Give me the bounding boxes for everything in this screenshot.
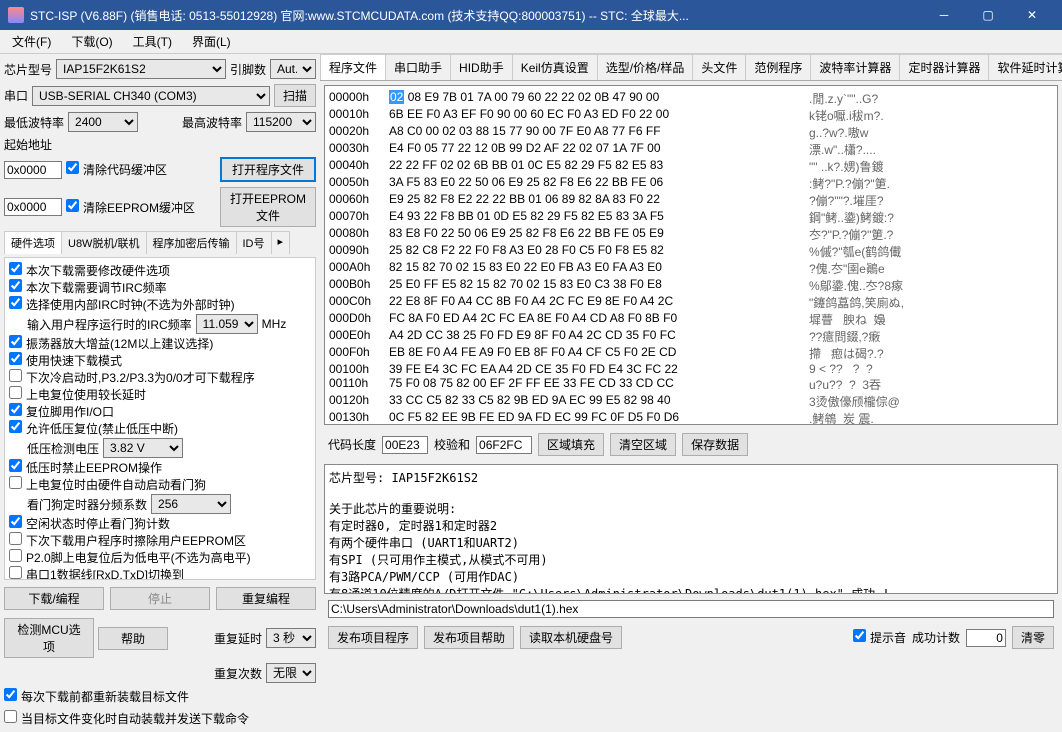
save-data-button[interactable]: 保存数据 <box>682 433 748 456</box>
lvd-label: 低压检测电压 <box>27 440 99 457</box>
tab-headers[interactable]: 头文件 <box>692 54 746 80</box>
code-length-label: 代码长度 <box>328 436 376 453</box>
checksum-field[interactable] <box>476 436 532 454</box>
fill-region-button[interactable]: 区域填充 <box>538 433 604 456</box>
port-label: 串口 <box>4 87 28 104</box>
open-eeprom-file-button[interactable]: 打开EEPROM文件 <box>220 187 316 227</box>
code-length-field[interactable] <box>382 436 428 454</box>
hw-tab-u8w[interactable]: U8W脱机/联机 <box>61 231 147 254</box>
clear-code-check[interactable]: 清除代码缓冲区 <box>66 161 167 178</box>
irc-label: 输入用户程序运行时的IRC频率 <box>27 316 192 333</box>
publish-program-button[interactable]: 发布项目程序 <box>328 626 418 649</box>
hw-option[interactable]: P2.0脚上电复位后为低电平(不选为高电平) <box>9 551 251 565</box>
hw-option[interactable]: 下次下载用户程序时擦除用户EEPROM区 <box>9 534 246 548</box>
hw-option[interactable]: 复位脚用作I/O口 <box>9 405 114 419</box>
hw-tab-encrypt[interactable]: 程序加密后传输 <box>146 231 237 254</box>
read-hw-id-button[interactable]: 读取本机硬盘号 <box>520 626 622 649</box>
hw-option[interactable]: 低压时禁止EEPROM操作 <box>9 461 162 475</box>
tab-selection[interactable]: 选型/价格/样品 <box>597 54 694 80</box>
window-title: STC-ISP (V6.88F) (销售电话: 0513-55012928) 官… <box>30 7 922 24</box>
maximize-button[interactable]: ▢ <box>966 0 1010 30</box>
tab-delay-calc[interactable]: 软件延时计算 <box>988 54 1062 80</box>
beep-check[interactable]: 提示音 <box>853 629 906 646</box>
tab-serial-helper[interactable]: 串口助手 <box>385 54 451 80</box>
help-button[interactable]: 帮助 <box>98 627 168 650</box>
hw-option[interactable]: 选择使用内部IRC时钟(不选为外部时钟) <box>9 298 235 312</box>
hw-option[interactable]: 振荡器放大增益(12M以上建议选择) <box>9 337 213 351</box>
clear-count-button[interactable]: 清零 <box>1012 626 1054 649</box>
app-icon <box>8 7 24 23</box>
min-baud-select[interactable]: 2400 <box>68 112 138 132</box>
hw-option[interactable]: 本次下载需要调节IRC频率 <box>9 281 167 295</box>
hw-panel: 本次下载需要修改硬件选项本次下载需要调节IRC频率选择使用内部IRC时钟(不选为… <box>4 257 316 580</box>
redelay-select[interactable]: 3 秒 <box>266 628 316 648</box>
tab-hid-helper[interactable]: HID助手 <box>450 54 513 80</box>
retimes-label: 重复次数 <box>214 665 262 682</box>
lvd-select[interactable]: 3.82 V <box>103 438 183 458</box>
right-panel: 程序文件 串口助手 HID助手 Keil仿真设置 选型/价格/样品 头文件 范例… <box>320 54 1062 732</box>
menubar: 文件(F) 下载(O) 工具(T) 界面(L) <box>0 30 1062 54</box>
clear-eeprom-check[interactable]: 清除EEPROM缓冲区 <box>66 199 195 216</box>
open-program-file-button[interactable]: 打开程序文件 <box>220 157 316 182</box>
wdt-select[interactable]: 256 <box>151 494 231 514</box>
hw-tab-id[interactable]: ID号 <box>236 231 272 254</box>
start-addr-label: 起始地址 <box>4 136 316 153</box>
tab-baud-calc[interactable]: 波特率计算器 <box>810 54 900 80</box>
tab-keil[interactable]: Keil仿真设置 <box>512 54 598 80</box>
left-panel: 芯片型号 IAP15F2K61S2 引脚数 Aut. 串口 USB-SERIAL… <box>0 54 320 732</box>
min-baud-label: 最低波特率 <box>4 114 64 131</box>
hw-option[interactable]: 本次下载需要修改硬件选项 <box>9 264 170 278</box>
irc-freq-select[interactable]: 11.0592 <box>196 314 258 334</box>
file-path-input[interactable] <box>328 600 1054 618</box>
menu-file[interactable]: 文件(F) <box>4 31 59 52</box>
pin-label: 引脚数 <box>230 61 266 78</box>
detect-mcu-button[interactable]: 检测MCU选项 <box>4 618 94 658</box>
close-button[interactable]: ✕ <box>1010 0 1054 30</box>
hw-tab-options[interactable]: 硬件选项 <box>4 231 62 254</box>
hw-option[interactable]: 上电复位时由硬件自动启动看门狗 <box>9 478 206 492</box>
hex-view[interactable]: 00000h 02 08 E9 7B 01 7A 00 79 60 22 22 … <box>324 85 1058 425</box>
download-button[interactable]: 下载/编程 <box>4 587 104 610</box>
log-area[interactable]: 芯片型号: IAP15F2K61S2 关于此芯片的重要说明: 有定时器0, 定时… <box>324 464 1058 594</box>
checksum-label: 校验和 <box>434 436 470 453</box>
hw-option[interactable]: 下次冷启动时,P3.2/P3.3为0/0才可下载程序 <box>9 371 255 385</box>
irc-unit: MHz <box>262 317 287 331</box>
hw-option[interactable]: 空闲状态时停止看门狗计数 <box>9 517 170 531</box>
hw-option[interactable]: 允许低压复位(禁止低压中断) <box>9 422 178 436</box>
menu-ui[interactable]: 界面(L) <box>184 31 239 52</box>
reprogram-button[interactable]: 重复编程 <box>216 587 316 610</box>
max-baud-label: 最高波特率 <box>182 114 242 131</box>
port-select[interactable]: USB-SERIAL CH340 (COM3) <box>32 86 270 106</box>
auto-cmd-check[interactable]: 当目标文件变化时自动装载并发送下载命令 <box>4 710 316 727</box>
stop-button[interactable]: 停止 <box>110 587 210 610</box>
tab-samples[interactable]: 范例程序 <box>745 54 811 80</box>
minimize-button[interactable]: ─ <box>922 0 966 30</box>
success-count-label: 成功计数 <box>912 629 960 646</box>
chip-label: 芯片型号 <box>4 61 52 78</box>
redelay-label: 重复延时 <box>214 630 262 647</box>
addr-code-input[interactable] <box>4 161 62 179</box>
clear-region-button[interactable]: 清空区域 <box>610 433 676 456</box>
titlebar: STC-ISP (V6.88F) (销售电话: 0513-55012928) 官… <box>0 0 1062 30</box>
pin-select[interactable]: Aut. <box>270 59 316 79</box>
publish-help-button[interactable]: 发布项目帮助 <box>424 626 514 649</box>
menu-tools[interactable]: 工具(T) <box>125 31 180 52</box>
hw-tab-more[interactable]: ▸ <box>271 231 291 254</box>
hw-option[interactable]: 上电复位使用较长延时 <box>9 388 146 402</box>
main-tabs: 程序文件 串口助手 HID助手 Keil仿真设置 选型/价格/样品 头文件 范例… <box>320 54 1062 81</box>
menu-download[interactable]: 下载(O) <box>63 31 120 52</box>
wdt-label: 看门狗定时器分频系数 <box>27 496 147 513</box>
auto-reload-check[interactable]: 每次下载前都重新装载目标文件 <box>4 688 316 705</box>
addr-eeprom-input[interactable] <box>4 198 62 216</box>
scan-button[interactable]: 扫描 <box>274 84 316 107</box>
hw-option[interactable]: 使用快速下载模式 <box>9 354 122 368</box>
tab-timer-calc[interactable]: 定时器计算器 <box>899 54 989 80</box>
hw-option[interactable]: 串口1数据线[RxD,TxD]切换到 <box>9 568 184 580</box>
max-baud-select[interactable]: 115200 <box>246 112 316 132</box>
tab-program-file[interactable]: 程序文件 <box>320 54 386 80</box>
success-count-field[interactable] <box>966 629 1006 647</box>
retimes-select[interactable]: 无限 <box>266 663 316 683</box>
chip-select[interactable]: IAP15F2K61S2 <box>56 59 226 79</box>
